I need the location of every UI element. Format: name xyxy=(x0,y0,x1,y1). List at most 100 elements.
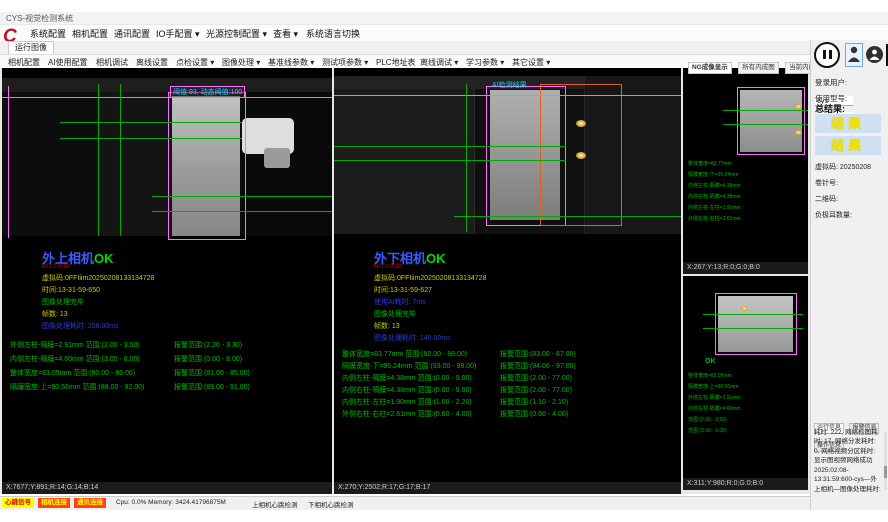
toolbar: 相机配置 AI使用配置 相机调试 离线设置 点检设置 ▾ 图像处理 ▾ 基准线参… xyxy=(0,55,808,69)
overlay-line xyxy=(152,211,332,212)
menu-item-view[interactable]: 查看 ▾ xyxy=(273,27,298,40)
login-user-label: 登录用户: xyxy=(815,78,847,87)
measurement-value: 外侧右柱-右柱=2.61mm 范围:(0.60 - 4.00) xyxy=(342,409,472,419)
lower-camera-heartbeat: 下相机心跳检测 xyxy=(308,499,354,509)
user-icon xyxy=(847,44,861,64)
status-bar: 心跳信号 相机连接 通讯连接 Cpu: 0.0% Memory: 3424.41… xyxy=(0,496,810,510)
measurement-alarm: 报警范围:(1.10 - 2.10) xyxy=(500,397,568,407)
overlay-line xyxy=(60,122,242,123)
frame-count-line: 帧数: 13 xyxy=(42,309,68,319)
measurement-value: 内侧左柱-隔膜=4.38mm 范围:(0.00 - 9.00) xyxy=(342,373,472,383)
cpu-memory-text: Cpu: 0.0% Memory: 3424.41796875M xyxy=(116,499,226,506)
tool-other-setting[interactable]: 其它设置 ▾ xyxy=(512,57,550,68)
tool-test-param[interactable]: 测试项参数 ▾ xyxy=(322,57,368,68)
overlay-line xyxy=(8,86,9,238)
window-title: CYS-视觉检测系统 xyxy=(6,13,73,24)
tool-offline-setting[interactable]: 离线设置 xyxy=(136,57,168,68)
ng-info-line: 内侧右柱-隔膜=4.38mm xyxy=(688,193,741,200)
measurement-row: 外侧左柱-隔膜=2.91mm 范围:(2.00 - 3.50) 报警范围:(2.… xyxy=(2,340,332,352)
overlay-line xyxy=(120,84,121,236)
measurement-row: 隔膜宽度-上=90.56mm 范围:(88.00 - 92.00) 报警范围:(… xyxy=(2,382,332,394)
menu-item-camera[interactable]: 相机配置 xyxy=(72,27,108,40)
tool-spot-check[interactable]: 点检设置 ▾ xyxy=(176,57,214,68)
process-time-line: 图像处理耗时: 256.00ms xyxy=(42,321,119,331)
ng-view-1[interactable]: 整体宽度=83.77mm 隔膜宽度-下=95.24mm 内侧左柱-隔膜=4.38… xyxy=(683,68,808,262)
overlay-line xyxy=(723,110,808,111)
menu-item-io[interactable]: IO手配置 ▾ xyxy=(156,27,200,40)
menu-item-comm[interactable]: 通讯配置 xyxy=(114,27,150,40)
log-scrollbar[interactable] xyxy=(884,432,887,490)
user-settings-button[interactable] xyxy=(866,46,883,63)
camera-view-upper[interactable]: 阈值:93, 动态阈值:100 外上相机OK NG:0:0:10 虚拟码:0FF… xyxy=(2,68,332,494)
menu-item-light[interactable]: 光源控制配置 ▾ xyxy=(206,27,267,40)
pixel-coords-readout: X:311;Y:980;R:0;G:0;B:0 xyxy=(683,478,808,490)
result-box-2: 结果 xyxy=(815,136,881,155)
menu-item-system[interactable]: 系统配置 xyxy=(30,27,66,40)
barcode-line: 虚拟码:0FFIiim20250208133134728 xyxy=(374,273,486,283)
ng-ok-status: OK xyxy=(705,358,716,365)
tool-learn-param[interactable]: 学习参数 ▾ xyxy=(466,57,504,68)
roi-rectangle xyxy=(168,92,246,240)
measurement-alarm: 报警范围:(83.00 - 87.00) xyxy=(500,349,576,359)
tool-camera-config[interactable]: 相机配置 xyxy=(8,57,40,68)
measurement-row: 整体宽度=83.05mm 范围:(80.00 - 86.00) 报警范围:(81… xyxy=(2,368,332,380)
measurement-alarm: 报警范围:(0.60 - 4.00) xyxy=(500,409,568,419)
camera-image-lower[interactable]: AI检测结果 xyxy=(334,76,681,234)
scrollbar-thumb[interactable] xyxy=(884,466,887,478)
user-gear-icon xyxy=(869,48,880,61)
measurement-row: 内侧左柱-隔膜=4.38mm 范围:(0.00 - 9.00) 报警范围:(2.… xyxy=(334,373,681,385)
scene-machinery xyxy=(2,78,332,92)
pause-button[interactable] xyxy=(814,42,840,68)
right-panel: 登录用户: cys 使用型号: Model1 总结果: 结果 结果 虚拟码: 2… xyxy=(810,40,888,510)
ng-info-line: 内侧左柱-隔膜=4.60mm xyxy=(688,405,741,412)
measurement-row: 整体宽度=83.77mm 范围:(82.00 - 88.00) 报警范围:(83… xyxy=(334,349,681,361)
qr-code-label: 二维码: xyxy=(815,194,838,204)
tool-baseline-param[interactable]: 基准线参数 ▾ xyxy=(268,57,314,68)
tool-ai-config[interactable]: AI使用配置 xyxy=(48,57,88,68)
measurement-alarm: 报警范围:(2.00 - 77.00) xyxy=(500,373,572,383)
measurement-alarm: 报警范围:(2.20 - 3.30) xyxy=(174,340,242,350)
tab-all-images[interactable]: 所有内成图 xyxy=(738,62,779,74)
tool-plc-table[interactable]: PLC地址表 xyxy=(376,57,416,68)
overlay-line xyxy=(98,84,99,236)
camera-image-upper[interactable]: 阈值:93, 动态阈值:100 xyxy=(2,78,332,236)
overlay-line xyxy=(152,196,332,197)
ng-info-line: 整体宽度=83.77mm xyxy=(688,160,732,167)
ng-info-line: 外侧左柱-隔膜=2.91mm xyxy=(688,394,741,401)
measurement-row: 内侧左柱-隔膜=4.60mm 范围:(3.00 - 6.00) 报警范围:(0.… xyxy=(2,354,332,366)
overlay-line xyxy=(2,97,332,98)
measurement-alarm: 报警范围:(94.00 - 97.00) xyxy=(500,361,576,371)
ng-info-line: 外侧右柱-右柱=2.61mm xyxy=(688,215,741,222)
overlay-line xyxy=(466,84,467,232)
tab-run-image[interactable]: 运行图像 xyxy=(8,41,54,54)
tool-image-process[interactable]: 图像处理 ▾ xyxy=(222,57,260,68)
tab-row: 运行图像 xyxy=(0,41,888,55)
tool-offline-debug[interactable]: 离线调试 ▾ xyxy=(420,57,458,68)
upper-camera-heartbeat: 上相机心跳检测 xyxy=(252,499,298,509)
overlay-line xyxy=(454,216,681,217)
overlay-line xyxy=(334,160,566,161)
process-time-line: 图像处理耗时: 140.00ms xyxy=(374,333,451,343)
camera-view-lower[interactable]: AI检测结果 外下相机OK NG:0:0:10 虚拟码:0FFIiim20250… xyxy=(334,68,681,494)
measurement-row: 内侧左柱-左柱=1.90mm 范围:(1.00 - 2.20) 报警范围:(1.… xyxy=(334,397,681,409)
tab-glow-spot xyxy=(576,152,586,159)
measurement-alarm: 报警范围:(89.00 - 91.00) xyxy=(174,382,250,392)
virtual-code-line: 虚拟码: 20250208 xyxy=(815,162,871,172)
barcode-line: 虚拟码:0FFIiim20250208133134728 xyxy=(42,273,154,283)
measurement-value: 整体宽度=83.77mm 范围:(82.00 - 88.00) xyxy=(342,349,467,359)
overlay-line xyxy=(703,314,803,315)
tool-camera-debug[interactable]: 相机调试 xyxy=(96,57,128,68)
pause-icon xyxy=(829,50,832,59)
measurement-value: 内侧左柱-左柱=1.90mm 范围:(1.00 - 2.20) xyxy=(342,397,472,407)
tab-ng-display[interactable]: NG成像显示 xyxy=(688,62,732,74)
trigger-info: NG:0:0:10 xyxy=(374,264,401,270)
user-login-button[interactable] xyxy=(845,43,863,67)
overlay-line xyxy=(723,124,808,125)
log-textbox[interactable]: 耗时: 222, 网络检图耗时: 17, 网络分发耗时: 0, 网络视频分区耗时… xyxy=(814,428,882,492)
ng-info-line: 隔膜宽度-上=90.56mm xyxy=(688,383,738,390)
ng-view-2[interactable]: OK 整体宽度=83.05mm 隔膜宽度-上=90.56mm 外侧左柱-隔膜=2… xyxy=(683,276,808,478)
menu-item-language[interactable]: 系统语言切换 xyxy=(306,27,360,40)
time-line: 时间:13-31-59-627 xyxy=(374,285,432,295)
main-area: 阈值:93, 动态阈值:100 外上相机OK NG:0:0:10 虚拟码:0FF… xyxy=(0,68,810,494)
measurement-value: 外侧左柱-隔膜=2.91mm 范围:(2.00 - 3.50) xyxy=(10,340,140,350)
